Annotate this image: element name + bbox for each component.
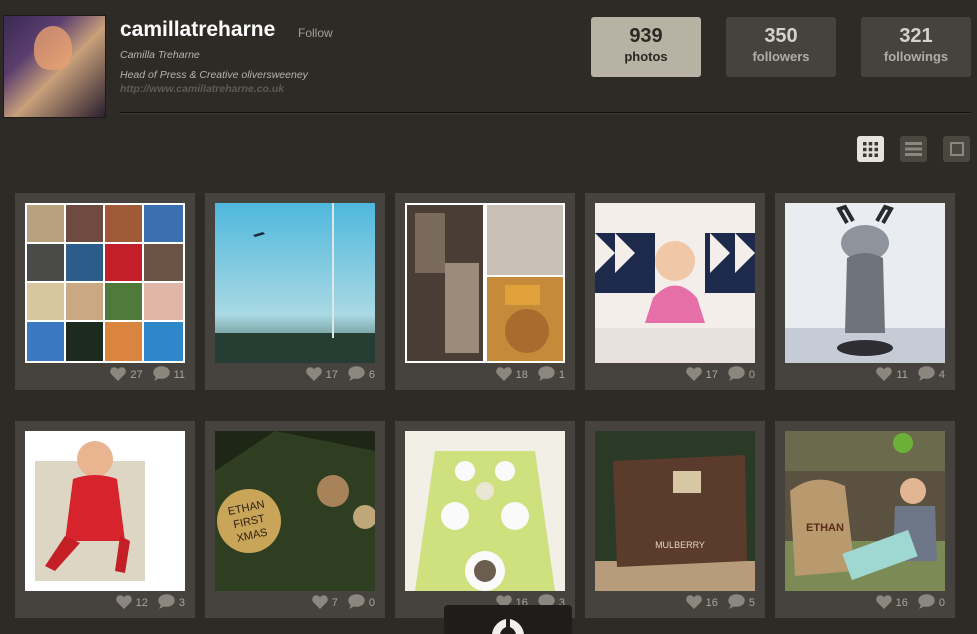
photo-card[interactable]: ETHAN 16 0: [775, 421, 955, 618]
photo-stats: 16 0: [875, 594, 945, 612]
single-view-button[interactable]: [943, 136, 970, 162]
bottom-overlay-control[interactable]: [444, 605, 572, 634]
heart-icon[interactable]: [311, 594, 328, 612]
single-view-icon: [949, 142, 964, 156]
photo-thumbnail: [25, 431, 185, 591]
likes-count: 16: [895, 597, 908, 609]
photo-stats: 17 6: [305, 366, 375, 384]
stat-followings[interactable]: 321 followings: [861, 17, 971, 77]
heart-icon[interactable]: [685, 594, 702, 612]
heart-icon[interactable]: [305, 366, 322, 384]
heart-icon[interactable]: [876, 366, 893, 384]
grid-view-icon: [863, 141, 878, 157]
comment-icon[interactable]: [918, 366, 935, 384]
photo-stats: 16 5: [685, 594, 755, 612]
stat-photos-label: photos: [624, 49, 668, 64]
photo-thumbnail: [405, 431, 565, 591]
comment-icon[interactable]: [918, 594, 935, 612]
profile-bio: Head of Press & Creative oliversweeney: [120, 69, 308, 81]
profile-full-name: Camilla Treharne: [120, 49, 200, 61]
stat-photos-count: 939: [629, 25, 663, 47]
photo-card[interactable]: 17 6: [205, 193, 385, 390]
photo-thumbnail: [785, 203, 945, 363]
photo-stats: 11 4: [876, 366, 945, 384]
photo-thumbnail: [25, 203, 185, 363]
comments-count: 1: [558, 369, 565, 381]
stat-followers-count: 350: [764, 25, 798, 47]
comments-count: 11: [173, 369, 185, 381]
likes-count: 7: [331, 597, 338, 609]
grid-view-button[interactable]: [857, 136, 884, 162]
list-view-button[interactable]: [900, 136, 927, 162]
photo-card[interactable]: MULBERRY 16 5: [585, 421, 765, 618]
stat-followers[interactable]: 350 followers: [726, 17, 836, 77]
comment-icon[interactable]: [158, 594, 175, 612]
comment-icon[interactable]: [152, 366, 170, 384]
stat-followers-label: followers: [752, 49, 810, 64]
heart-icon[interactable]: [875, 594, 892, 612]
photo-thumbnail: [215, 203, 375, 363]
comments-count: 4: [938, 369, 945, 381]
photo-stats: 27 11: [110, 366, 185, 384]
likes-count: 18: [515, 369, 528, 381]
stat-photos[interactable]: 939 photos: [591, 17, 701, 77]
heart-icon[interactable]: [685, 366, 702, 384]
profile-website-link[interactable]: http://www.camillatreharne.co.uk: [120, 83, 284, 95]
photo-thumbnail: ETHAN FIRST XMAS: [215, 431, 377, 591]
svg-text:ETHAN: ETHAN: [806, 522, 844, 534]
likes-count: 27: [130, 369, 143, 381]
header-divider: [120, 112, 971, 114]
photo-card[interactable]: 16 3: [395, 421, 575, 618]
photo-stats: 18 1: [495, 366, 565, 384]
heart-icon[interactable]: [115, 594, 132, 612]
photo-stats: 12 3: [115, 594, 185, 612]
photo-stats: 7 0: [311, 594, 375, 612]
likes-count: 12: [135, 597, 148, 609]
photo-thumbnail: [595, 203, 755, 363]
likes-count: 11: [896, 369, 908, 381]
comment-icon[interactable]: [348, 594, 365, 612]
list-view-icon: [905, 142, 922, 156]
likes-count: 16: [705, 597, 718, 609]
follow-button[interactable]: Follow: [298, 26, 333, 40]
likes-count: 17: [325, 369, 338, 381]
comment-icon[interactable]: [728, 594, 745, 612]
comments-count: 0: [938, 597, 945, 609]
photo-thumbnail: MULBERRY: [595, 431, 755, 591]
heart-icon[interactable]: [495, 366, 512, 384]
heart-icon[interactable]: [110, 366, 127, 384]
photo-card[interactable]: 12 3: [15, 421, 195, 618]
photo-thumbnail: [405, 203, 565, 363]
photo-card[interactable]: 11 4: [775, 193, 955, 390]
comments-count: 6: [368, 369, 375, 381]
photo-thumbnail: ETHAN: [785, 431, 945, 591]
stat-followings-count: 321: [899, 25, 933, 47]
comments-count: 0: [748, 369, 755, 381]
comments-count: 5: [748, 597, 755, 609]
comment-icon[interactable]: [728, 366, 745, 384]
comments-count: 3: [178, 597, 185, 609]
comment-icon[interactable]: [538, 366, 555, 384]
photo-stats: 17 0: [685, 366, 755, 384]
stat-followings-label: followings: [883, 49, 949, 64]
loading-spinner-icon: [492, 619, 524, 634]
comments-count: 0: [368, 597, 375, 609]
photo-card[interactable]: 27 11: [15, 193, 195, 390]
photo-card[interactable]: ETHAN FIRST XMAS 7 0: [205, 421, 385, 618]
profile-avatar[interactable]: [4, 16, 105, 117]
svg-text:MULBERRY: MULBERRY: [655, 540, 705, 550]
photo-card[interactable]: 18 1: [395, 193, 575, 390]
photo-card[interactable]: 17 0: [585, 193, 765, 390]
profile-username: camillatreharne: [120, 18, 276, 41]
comment-icon[interactable]: [348, 366, 365, 384]
likes-count: 17: [705, 369, 718, 381]
